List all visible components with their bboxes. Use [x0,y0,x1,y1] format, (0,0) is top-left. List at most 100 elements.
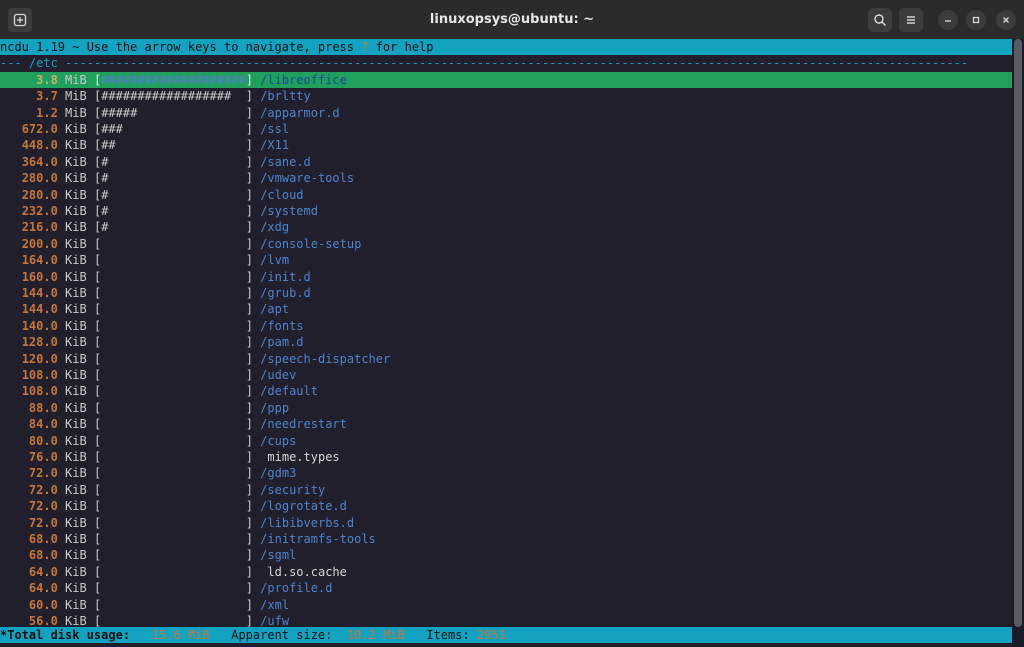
item-size-unit: KiB [65,318,87,333]
usage-bar-padding [238,89,245,103]
size-padding [0,532,29,546]
item-size-unit: KiB [65,466,87,481]
directory-row[interactable]: 140.0 KiB [ ] /fonts [0,318,1012,334]
directory-row[interactable]: 160.0 KiB [ ] /init.d [0,269,1012,285]
directory-row[interactable]: 72.0 KiB [ ] /gdm3 [0,465,1012,481]
item-size-unit: KiB [65,384,87,399]
directory-name: /console-setup [260,236,362,251]
usage-bar-padding [101,286,246,300]
directory-row[interactable]: 164.0 KiB [ ] /lvm [0,252,1012,268]
item-size: 72.0 [28,515,58,530]
item-size: 72.0 [28,499,58,514]
directory-row[interactable]: 120.0 KiB [ ] /speech-dispatcher [0,351,1012,367]
directory-name: /ppp [260,400,290,415]
usage-bar: [ ] [93,515,253,530]
directory-row[interactable]: 3.8 MiB [####################] /libreoff… [0,71,1012,89]
directory-row[interactable]: 72.0 KiB [ ] /logrotate.d [0,498,1012,514]
directory-name: /logrotate.d [260,499,347,514]
directory-row[interactable]: 280.0 KiB [# ] /cloud [0,187,1012,203]
directory-row[interactable]: 364.0 KiB [# ] /sane.d [0,154,1012,170]
maximize-button[interactable] [966,10,986,30]
usage-bar-padding [101,532,246,546]
search-icon [874,14,886,26]
item-size: 120.0 [21,351,58,366]
directory-row[interactable]: 280.0 KiB [# ] /vmware-tools [0,170,1012,186]
usage-bar-padding [101,499,246,513]
directory-row[interactable]: 3.7 MiB [################## ] /brltty [0,88,1012,104]
usage-bar-padding [101,483,246,497]
directory-name: /initramfs-tools [260,532,376,546]
usage-bar-padding [101,417,246,431]
directory-row[interactable]: 672.0 KiB [### ] /ssl [0,121,1012,137]
usage-bar: [ ] [93,564,253,579]
usage-bar-padding [101,368,246,382]
search-button[interactable] [868,8,892,32]
size-padding [0,270,22,284]
close-button[interactable] [996,10,1016,30]
usage-bar-padding [108,220,245,234]
size-padding [0,548,29,562]
usage-bar: [ ] [93,400,253,415]
directory-row[interactable]: 88.0 KiB [ ] /ppp [0,400,1012,416]
usage-bar-padding [101,237,246,251]
size-padding [0,352,22,366]
total-disk-usage-label: *Total disk usage: [0,628,131,642]
directory-row[interactable]: 200.0 KiB [ ] /console-setup [0,236,1012,252]
item-size-unit: KiB [65,269,87,284]
directory-row[interactable]: 72.0 KiB [ ] /security [0,482,1012,498]
directory-name: /brltty [260,89,311,104]
usage-bar-padding [101,319,246,333]
directory-row[interactable]: 232.0 KiB [# ] /systemd [0,203,1012,219]
directory-name: /X11 [260,138,290,153]
file-row[interactable]: 76.0 KiB [ ] mime.types [0,449,1012,465]
size-padding [0,581,29,595]
directory-row[interactable]: 448.0 KiB [## ] /X11 [0,137,1012,153]
minimize-button[interactable] [938,10,958,30]
size-padding [0,319,22,333]
item-size-unit: MiB [65,105,87,120]
directory-name: /ssl [260,122,290,136]
directory-row[interactable]: 60.0 KiB [ ] /xml [0,597,1012,613]
usage-bar: [ ] [93,318,253,333]
directory-row[interactable]: 216.0 KiB [# ] /xdg [0,219,1012,235]
directory-row[interactable]: 108.0 KiB [ ] /udev [0,367,1012,383]
usage-bar-padding [101,253,246,267]
usage-bar-padding [101,581,246,595]
directory-row[interactable]: 128.0 KiB [ ] /pam.d [0,334,1012,350]
file-row[interactable]: 64.0 KiB [ ] ld.so.cache [0,564,1012,580]
terminal-window: linuxopsys@ubuntu: ~ ncdu 1.19 ~ Use the… [0,0,1024,647]
directory-row[interactable]: 144.0 KiB [ ] /apt [0,301,1012,317]
size-padding [0,253,22,267]
item-size-unit: KiB [65,581,87,596]
item-size-unit: KiB [65,532,87,546]
usage-bar: [ ] [93,286,253,300]
usage-bar-padding [101,516,246,530]
directory-row[interactable]: 1.2 MiB [##### ] /apparmor.d [0,105,1012,121]
directory-name: /libreoffice [260,72,347,87]
scrollbar[interactable] [1012,39,1024,647]
usage-bar-padding [123,122,246,136]
item-size: 3.7 [36,89,58,104]
scrollbar-thumb[interactable] [1014,39,1022,627]
size-padding [0,516,29,530]
menu-button[interactable] [899,8,923,32]
usage-bar-padding [101,598,246,612]
header-text: ncdu 1.19 ~ Use the arrow keys to naviga… [0,40,362,54]
directory-row[interactable]: 68.0 KiB [ ] /sgml [0,547,1012,563]
current-path-line: --- /etc -------------------------------… [0,56,969,71]
directory-row[interactable]: 68.0 KiB [ ] /initramfs-tools [0,531,1012,547]
usage-bar: [ ] [93,417,253,432]
directory-row[interactable]: 64.0 KiB [ ] /profile.d [0,580,1012,596]
usage-bar: [ ] [93,499,253,514]
item-size-unit: KiB [65,597,87,612]
directory-row[interactable]: 84.0 KiB [ ] /needrestart [0,416,1012,432]
terminal-content[interactable]: ncdu 1.19 ~ Use the arrow keys to naviga… [0,39,1024,647]
status-footer: *Total disk usage: 15.6 MiB Apparent siz… [0,627,1012,644]
directory-row[interactable]: 80.0 KiB [ ] /cups [0,433,1012,449]
directory-row[interactable]: 72.0 KiB [ ] /libibverbs.d [0,515,1012,531]
directory-row[interactable]: 144.0 KiB [ ] /grub.d [0,285,1012,301]
item-size: 216.0 [21,220,58,235]
directory-row[interactable]: 108.0 KiB [ ] /default [0,383,1012,399]
usage-bar: [ ] [93,302,253,317]
usage-bar-padding [108,155,245,169]
